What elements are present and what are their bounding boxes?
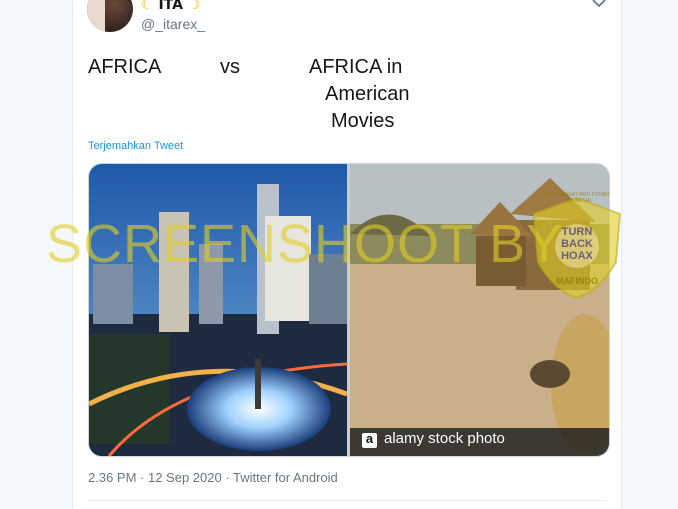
- village-photo[interactable]: a alamy stock photo: [350, 164, 609, 456]
- tweet-text-line: Movies: [331, 110, 395, 132]
- moon-emoji-icon: ☾: [141, 0, 154, 13]
- display-name[interactable]: ☾ ITA ☽: [141, 0, 200, 13]
- city-photo[interactable]: [89, 164, 347, 456]
- divider: [88, 500, 606, 501]
- alamy-logo: a: [365, 431, 374, 446]
- moon-emoji-icon: ☽: [187, 0, 201, 13]
- chevron-down-icon[interactable]: [589, 0, 609, 12]
- user-handle[interactable]: @_itarex_: [141, 16, 205, 32]
- tweet-meta: 2.36 PM · 12 Sep 2020 · Twitter for Andr…: [88, 470, 338, 485]
- tweet-media: a alamy stock photo: [88, 163, 610, 457]
- tweet-text-line: American: [325, 83, 410, 105]
- translate-tweet-link[interactable]: Terjemahkan Tweet: [88, 140, 183, 152]
- media-caption: alamy stock photo: [384, 430, 505, 447]
- city-photo-drawing: [89, 164, 347, 456]
- village-photo-drawing: [350, 164, 609, 456]
- tweet-text-line: vs: [220, 56, 240, 78]
- tweet-text-line: AFRICA: [88, 56, 162, 78]
- avatar[interactable]: [87, 0, 133, 32]
- tweet-text-line: AFRICA in: [309, 56, 403, 78]
- tweet-card: ☾ ITA ☽ @_itarex_ AFRICA vs AFRICA in Am…: [72, 0, 622, 509]
